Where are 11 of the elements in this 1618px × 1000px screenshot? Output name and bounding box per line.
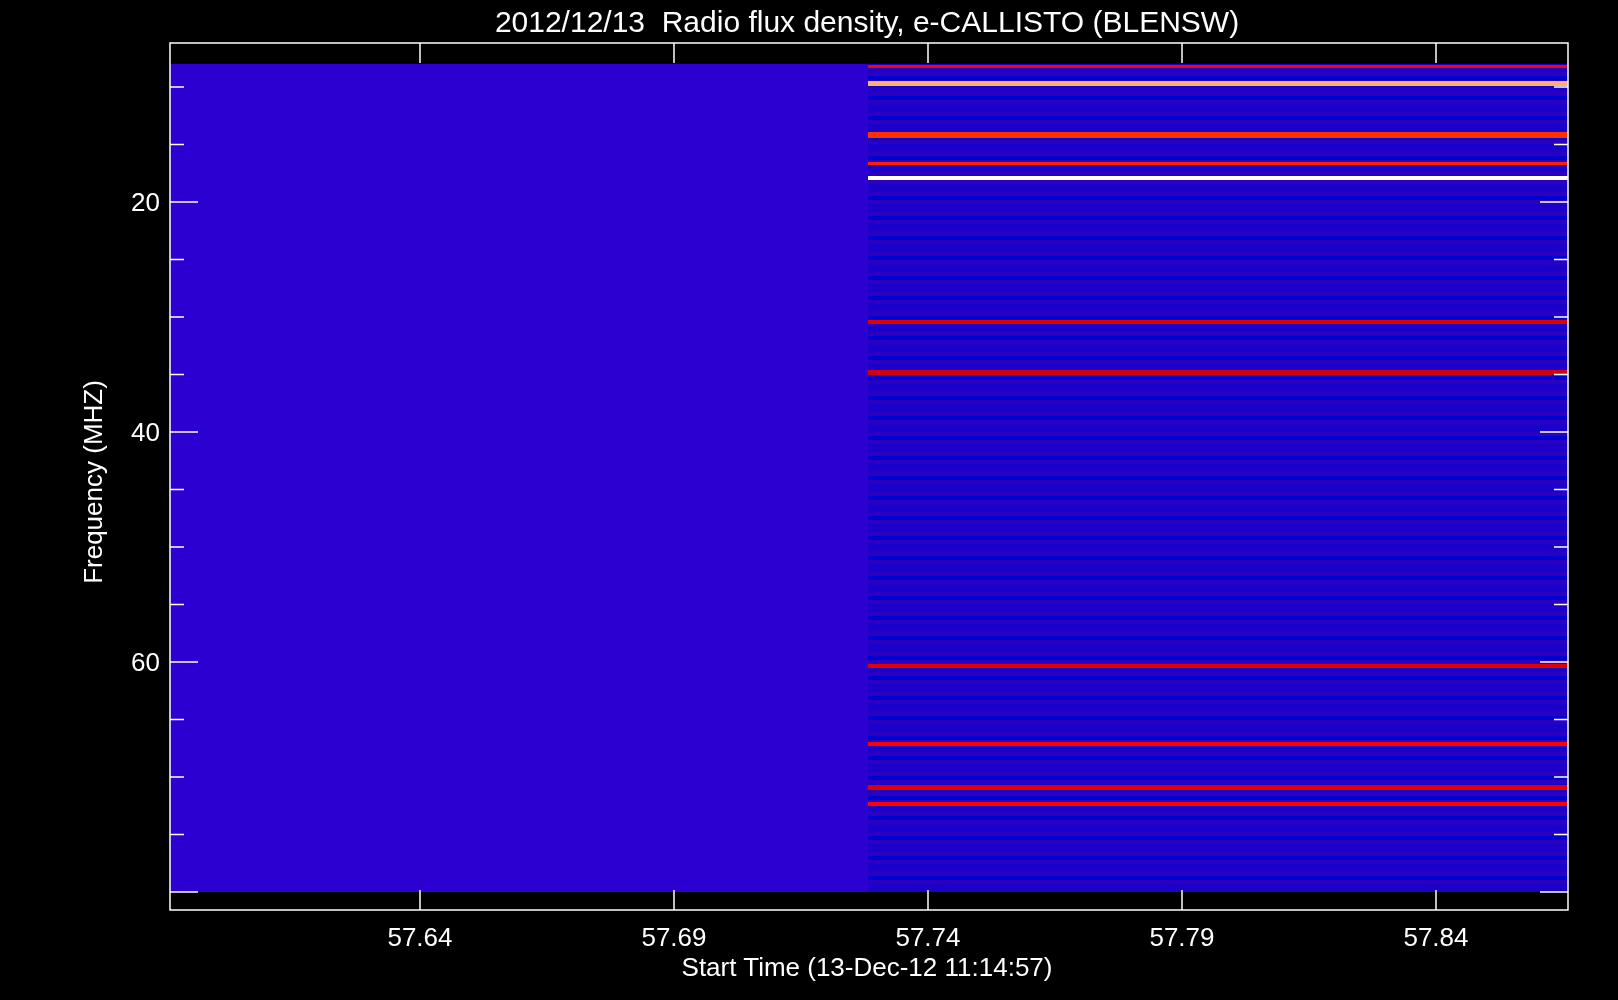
x-axis-label: Start Time (13-Dec-12 11:14:57) <box>681 952 1053 982</box>
y-tick-label: 20 <box>131 187 160 217</box>
y-tick-label: 60 <box>131 647 160 677</box>
y-tick-label: 40 <box>131 417 160 447</box>
x-tick-label: 57.74 <box>895 922 961 952</box>
x-tick-label: 57.69 <box>641 922 707 952</box>
y-axis-label: Frequency (MHZ) <box>78 380 108 584</box>
chart-title: 2012/12/13 Radio flux density, e-CALLISTO (BLENSW) <box>494 5 1240 38</box>
x-tick-label: 57.84 <box>1403 922 1469 952</box>
x-tick-label: 57.64 <box>387 922 453 952</box>
x-tick-label: 57.79 <box>1149 922 1215 952</box>
